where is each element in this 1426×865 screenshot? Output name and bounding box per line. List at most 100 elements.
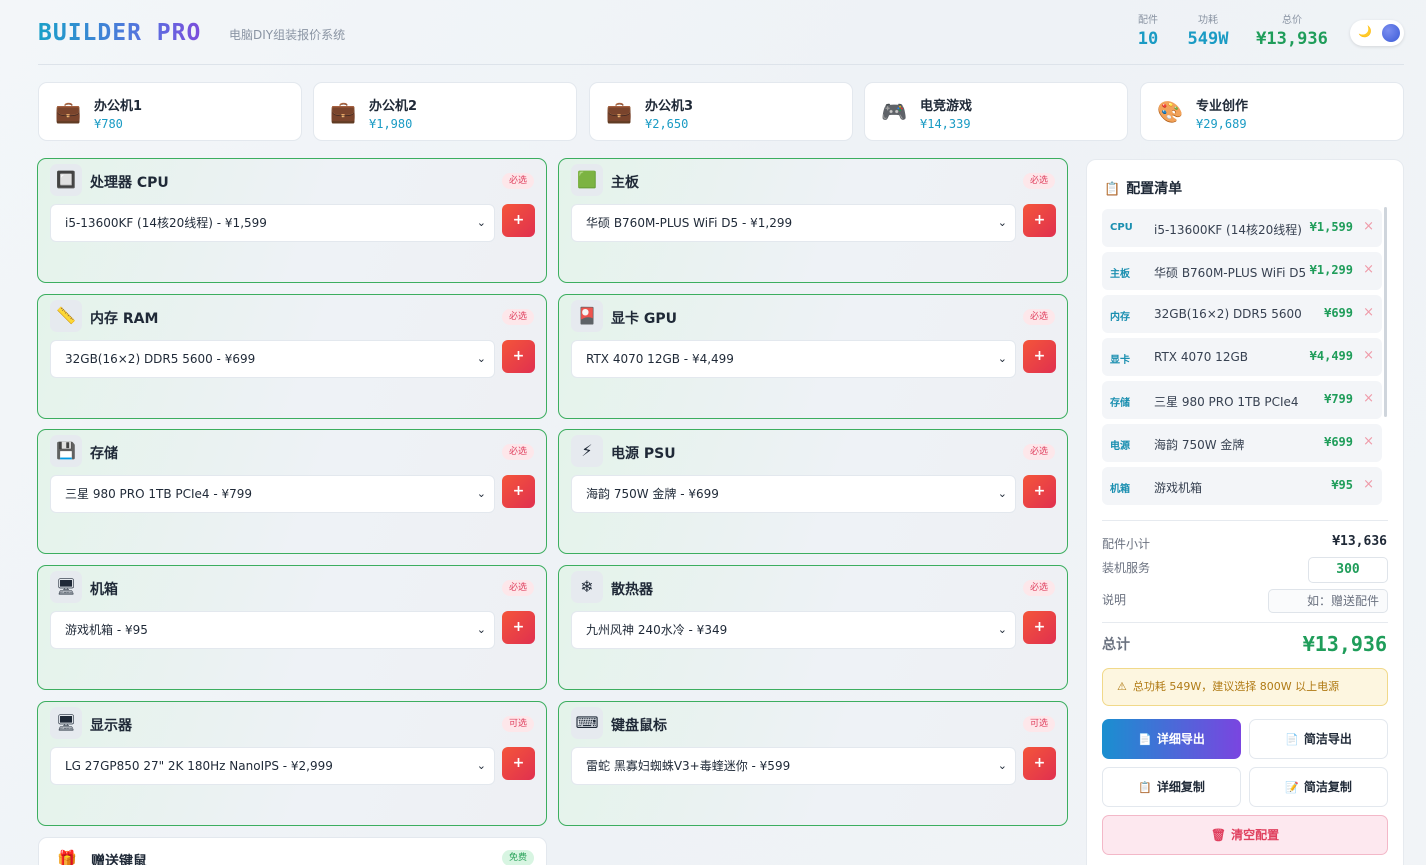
header-divider — [38, 64, 1404, 65]
total-label: 总计 — [1102, 637, 1130, 653]
theme-toggle[interactable]: 🌙 — [1350, 20, 1404, 46]
remove-icon[interactable]: × — [1363, 477, 1374, 492]
stat-value: 10 — [1137, 29, 1159, 49]
app-logo: BUILDER PRO — [38, 20, 202, 46]
ram-icon: 📏 — [50, 300, 82, 332]
required-badge: 必选 — [1022, 444, 1055, 460]
preset-office-2[interactable]: 💼 办公机2 ¥1,980 — [313, 82, 577, 141]
power-warning: ⚠ 总功耗 549W，建议选择 800W 以上电源 — [1102, 668, 1388, 706]
subtotal-label: 配件小计 — [1102, 537, 1151, 551]
button-label: 简洁复制 — [1303, 780, 1352, 794]
export-icon: 📄 — [1138, 733, 1152, 746]
part-card-cooler: ❄ 散热器 必选 九州风神 240水冷 - ¥349 ⌄ + — [558, 565, 1068, 690]
add-button[interactable]: + — [502, 747, 535, 780]
add-button[interactable]: + — [502, 611, 535, 644]
preset-gaming[interactable]: 🎮 电竞游戏 ¥14,339 — [864, 82, 1128, 141]
required-badge: 必选 — [501, 173, 534, 189]
preset-office-3[interactable]: 💼 办公机3 ¥2,650 — [589, 82, 853, 141]
total-value: ¥13,936 — [1302, 632, 1387, 656]
part-select[interactable]: 三星 980 PRO 1TB PCIe4 - ¥799 ⌄ — [50, 475, 495, 513]
part-select[interactable]: 九州风神 240水冷 - ¥349 ⌄ — [571, 611, 1016, 649]
warning-text: 总功耗 549W，建议选择 800W 以上电源 — [1132, 680, 1340, 693]
required-badge: 必选 — [1022, 580, 1055, 596]
chevron-down-icon: ⌄ — [476, 352, 486, 365]
cpu-icon: 🔲 — [50, 164, 82, 196]
stat-label: 总价 — [1282, 15, 1302, 26]
add-button[interactable]: + — [1023, 747, 1056, 780]
item-name: 华硕 B760M-PLUS WiFi D5 — [1154, 266, 1307, 280]
part-select[interactable]: 海韵 750W 金牌 - ¥699 ⌄ — [571, 475, 1016, 513]
keyboard-icon: ⌨ — [571, 707, 603, 739]
add-button[interactable]: + — [1023, 611, 1056, 644]
item-price: ¥4,499 — [1309, 349, 1353, 363]
service-fee-input[interactable]: 300 — [1308, 557, 1388, 583]
clear-config-button[interactable]: 🗑 清空配置 — [1102, 815, 1388, 855]
part-select[interactable]: 32GB(16×2) DDR5 5600 - ¥699 ⌄ — [50, 340, 495, 378]
item-price: ¥1,599 — [1309, 220, 1353, 234]
remove-icon[interactable]: × — [1363, 305, 1374, 320]
trash-icon: 🗑 — [1210, 828, 1227, 842]
add-button[interactable]: + — [502, 204, 535, 237]
part-card-storage: 💾 存储 必选 三星 980 PRO 1TB PCIe4 - ¥799 ⌄ + — [37, 429, 547, 554]
summary-list[interactable]: CPU i5-13600KF (14核20线程) ¥1,599 × 主板 华硕 … — [1102, 207, 1382, 507]
part-title: 机箱 — [90, 582, 118, 598]
part-select[interactable]: 雷蛇 黑寡妇蜘蛛V3+毒蝰迷你 - ¥599 ⌄ — [571, 747, 1016, 785]
required-badge: 必选 — [501, 309, 534, 325]
part-card-motherboard: 🟩 主板 必选 华硕 B760M-PLUS WiFi D5 - ¥1,299 ⌄ … — [558, 158, 1068, 283]
part-title: 电源 PSU — [611, 446, 676, 462]
simple-export-button[interactable]: 📄 简洁导出 — [1249, 719, 1388, 759]
detail-export-button[interactable]: 📄 详细导出 — [1102, 719, 1241, 759]
remove-icon[interactable]: × — [1363, 391, 1374, 406]
item-price: ¥699 — [1324, 306, 1353, 320]
gift-title: 赠送键鼠 — [91, 854, 147, 865]
add-button[interactable]: + — [1023, 204, 1056, 237]
note-input[interactable]: 如：赠送配件 — [1268, 589, 1388, 613]
part-title: 处理器 CPU — [90, 175, 169, 191]
remove-icon[interactable]: × — [1363, 434, 1374, 449]
part-card-case: 🖥 机箱 必选 游戏机箱 - ¥95 ⌄ + — [37, 565, 547, 690]
part-title: 存储 — [90, 446, 118, 462]
button-label: 详细复制 — [1156, 780, 1205, 794]
add-button[interactable]: + — [502, 340, 535, 373]
remove-icon[interactable]: × — [1363, 348, 1374, 363]
chevron-down-icon: ⌄ — [997, 216, 1007, 229]
list-item: 机箱 游戏机箱 ¥95 × — [1102, 467, 1382, 505]
add-button[interactable]: + — [502, 475, 535, 508]
item-name: RTX 4070 12GB — [1154, 350, 1248, 364]
item-category: 内存 — [1110, 312, 1130, 323]
simple-copy-button[interactable]: 📝 简洁复制 — [1249, 767, 1388, 807]
part-select[interactable]: RTX 4070 12GB - ¥4,499 ⌄ — [571, 340, 1016, 378]
chevron-down-icon: ⌄ — [997, 352, 1007, 365]
part-select[interactable]: 华硕 B760M-PLUS WiFi D5 - ¥1,299 ⌄ — [571, 204, 1016, 242]
add-button[interactable]: + — [1023, 475, 1056, 508]
part-select[interactable]: 游戏机箱 - ¥95 ⌄ — [50, 611, 495, 649]
selected-value: 三星 980 PRO 1TB PCIe4 - ¥799 — [65, 487, 253, 501]
item-name: 游戏机箱 — [1154, 481, 1203, 495]
remove-icon[interactable]: × — [1363, 219, 1374, 234]
item-name: 三星 980 PRO 1TB PCIe4 — [1154, 395, 1299, 409]
preset-price: ¥1,980 — [369, 117, 413, 131]
remove-icon[interactable]: × — [1363, 262, 1374, 277]
lightning-icon: ⚡ — [571, 435, 603, 467]
list-item: 存储 三星 980 PRO 1TB PCIe4 ¥799 × — [1102, 381, 1382, 419]
part-select[interactable]: i5-13600KF (14核20线程) - ¥1,599 ⌄ — [50, 204, 495, 242]
motherboard-icon: 🟩 — [571, 164, 603, 196]
preset-office-1[interactable]: 💼 办公机1 ¥780 — [38, 82, 302, 141]
selected-value: 32GB(16×2) DDR5 5600 - ¥699 — [65, 352, 256, 366]
detail-copy-button[interactable]: 📋 详细复制 — [1102, 767, 1241, 807]
required-badge: 必选 — [501, 580, 534, 596]
summary-scrollbar[interactable] — [1384, 207, 1387, 417]
toggle-knob — [1382, 24, 1400, 42]
part-select[interactable]: LG 27GP850 27" 2K 180Hz NanoIPS - ¥2,999… — [50, 747, 495, 785]
preset-creator[interactable]: 🎨 专业创作 ¥29,689 — [1140, 82, 1404, 141]
preset-name: 办公机3 — [645, 99, 694, 114]
add-button[interactable]: + — [1023, 340, 1056, 373]
briefcase-icon: 💼 — [55, 100, 82, 124]
floppy-disk-icon: 💾 — [50, 435, 82, 467]
chevron-down-icon: ⌄ — [476, 216, 486, 229]
gamepad-icon: 🎮 — [881, 100, 908, 124]
selected-value: LG 27GP850 27" 2K 180Hz NanoIPS - ¥2,999 — [65, 759, 333, 773]
stat-label: 配件 — [1138, 15, 1158, 26]
item-name: i5-13600KF (14核20线程) — [1154, 223, 1302, 237]
preset-name: 电竞游戏 — [920, 99, 973, 114]
